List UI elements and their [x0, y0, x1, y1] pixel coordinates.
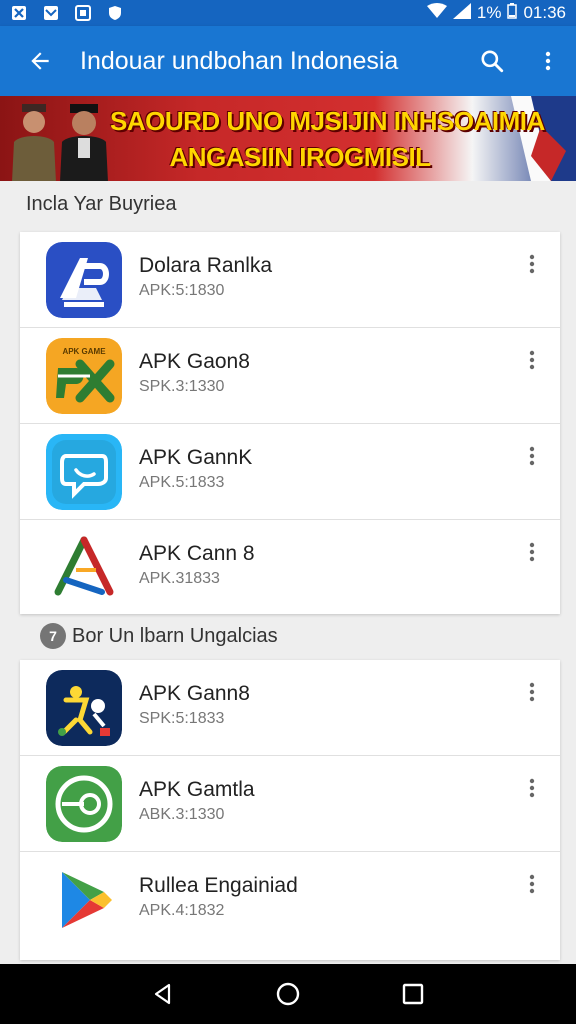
nav-back-button[interactable] — [143, 974, 183, 1014]
item-more-button[interactable] — [520, 348, 544, 372]
triangle-logo-icon — [46, 530, 122, 606]
more-vert-icon — [529, 350, 535, 370]
more-vert-icon — [529, 254, 535, 274]
notification-shield-icon — [106, 4, 124, 22]
wifi-icon — [426, 2, 447, 24]
item-more-button[interactable] — [520, 680, 544, 704]
list-item[interactable]: APK Gann8 SPK:5:1833 — [20, 660, 560, 756]
app-name: APK Gann8 — [139, 682, 250, 705]
px-logo-icon: APK GAME — [46, 338, 122, 414]
nav-recents-button[interactable] — [393, 974, 433, 1014]
app-name: APK Gamtla — [139, 778, 255, 801]
more-vert-icon — [529, 542, 535, 562]
notification-square-icon — [74, 4, 92, 22]
circle-home-icon — [276, 982, 300, 1006]
arrow-back-icon — [31, 52, 49, 70]
overflow-menu-button[interactable] — [520, 26, 576, 96]
back-button[interactable] — [0, 26, 80, 96]
promo-banner[interactable]: SAOURD UNO MJSIJIN INHSOAIMIA ANGASIIN I… — [0, 96, 576, 181]
app-version: APK.5:1833 — [139, 474, 225, 491]
status-bar: 1% 01:36 — [0, 0, 576, 26]
app-name: Dolara Ranlka — [139, 254, 273, 277]
system-nav-bar — [0, 964, 576, 1024]
app-list-1: Dolara Ranlka APK:5:1830 APK GAME APK Ga… — [20, 232, 560, 614]
banner-subheadline: ANGASIIN IROGMISIL — [169, 142, 431, 172]
app-list-2: APK Gann8 SPK:5:1833 APK Gamtla ABK.3:13… — [20, 660, 560, 960]
triangle-back-icon — [154, 983, 170, 1005]
item-more-button[interactable] — [520, 444, 544, 468]
battery-text: 1% — [476, 3, 502, 22]
play-store-icon — [46, 862, 122, 938]
app-name: APK Gaon8 — [139, 350, 250, 373]
list-item[interactable]: APK Cann 8 APK.31833 — [20, 520, 560, 616]
clock: 01:36 — [523, 3, 566, 22]
app-version: APK.4:1832 — [139, 902, 225, 919]
app-version: APK:5:1830 — [139, 282, 225, 299]
game-figure-icon — [46, 670, 122, 746]
notification-x-icon — [10, 4, 28, 22]
app-version: APK.31833 — [139, 570, 220, 587]
ap-logo-icon — [46, 242, 122, 318]
app-version: ABK.3:1330 — [139, 806, 225, 823]
square-recents-icon — [403, 983, 424, 1005]
notification-mail-icon — [42, 4, 60, 22]
section-title: Incla Yar Buyriea — [26, 192, 177, 215]
app-name: APK Cann 8 — [139, 542, 255, 565]
more-vert-icon — [529, 778, 535, 798]
svg-text:APK GAME: APK GAME — [62, 347, 106, 356]
chat-bubble-icon — [46, 434, 122, 510]
section-badge: 7 — [40, 623, 66, 649]
item-more-button[interactable] — [520, 776, 544, 800]
banner-headline: SAOURD UNO MJSIJIN INHSOAIMIA — [110, 106, 545, 136]
page-title: Indouar undbohan Indonesia — [80, 46, 399, 75]
app-bar: Indouar undbohan Indonesia — [0, 26, 576, 96]
signal-icon — [452, 2, 471, 24]
list-item[interactable]: Dolara Ranlka APK:5:1830 — [20, 232, 560, 328]
battery-icon — [507, 2, 518, 24]
banner-person-left — [8, 102, 60, 181]
more-vert-icon — [529, 446, 535, 466]
list-item[interactable]: Rullea Engainiad APK.4:1832 — [20, 852, 560, 948]
more-vert-icon — [529, 874, 535, 894]
app-version: SPK:5:1833 — [139, 710, 225, 727]
more-vert-icon — [529, 682, 535, 702]
item-more-button[interactable] — [520, 540, 544, 564]
app-version: SPK.3:1330 — [139, 378, 225, 395]
green-circle-icon — [46, 766, 122, 842]
app-name: Rullea Engainiad — [139, 874, 298, 897]
more-vert-icon — [545, 51, 551, 71]
item-more-button[interactable] — [520, 252, 544, 276]
banner-person-right — [58, 102, 110, 181]
nav-home-button[interactable] — [268, 974, 308, 1014]
list-item[interactable]: APK GAME APK Gaon8 SPK.3:1330 — [20, 328, 560, 424]
search-button[interactable] — [464, 26, 520, 96]
list-item[interactable]: APK Gamtla ABK.3:1330 — [20, 756, 560, 852]
list-item[interactable]: APK GannK APK.5:1833 — [20, 424, 560, 520]
app-name: APK GannK — [139, 446, 253, 469]
section-header-1: Incla Yar Buyriea — [0, 184, 576, 224]
search-icon — [481, 50, 504, 73]
item-more-button[interactable] — [520, 872, 544, 896]
section-header-2: 7 Bor Un lbarn Ungalcias — [0, 616, 576, 656]
section-title: Bor Un lbarn Ungalcias — [72, 624, 278, 647]
